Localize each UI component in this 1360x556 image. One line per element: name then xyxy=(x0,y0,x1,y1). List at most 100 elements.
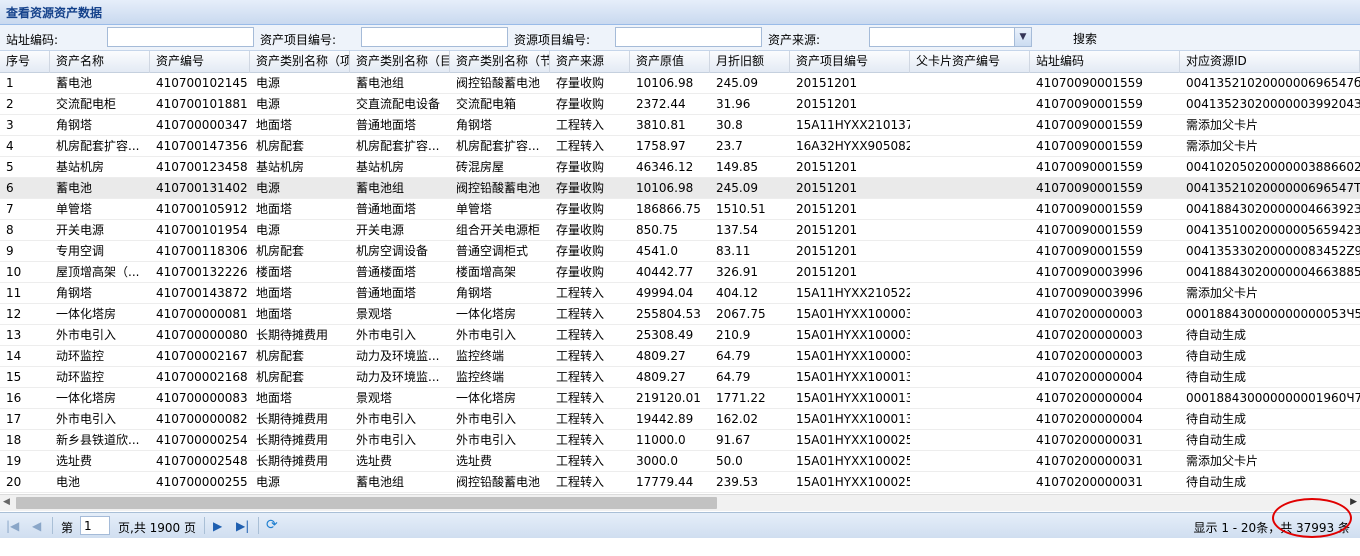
table-row[interactable]: 12 一体化塔房 410700000081 地面塔 景观塔 一体化塔房 工程转入 255804… xyxy=(0,304,1360,325)
paging-toolbar: |◀ ◀ 第 页,共 1900 页 ▶ ▶| ⟳ 显示 1 - 20条，共 37… xyxy=(0,512,1360,538)
cell-category-section: 阀控铅酸蓄电池 xyxy=(456,181,541,195)
asset-project-input[interactable] xyxy=(361,27,508,47)
first-page-icon[interactable]: |◀ xyxy=(6,519,19,533)
asset-source-select[interactable]: ▼ xyxy=(869,27,1032,47)
cell-parent-card-code xyxy=(910,241,1030,262)
search-button[interactable]: 搜索 xyxy=(1073,30,1097,47)
cell-category-class: 开关电源 xyxy=(356,223,405,237)
table-row[interactable]: 3 角钢塔 410700000347 地面塔 普通地面塔 角钢塔 工程转入 3810.81 30… xyxy=(0,115,1360,136)
cell-site-code: 41070200000004 xyxy=(1036,391,1143,405)
cell-parent-card-code xyxy=(910,73,1030,94)
horizontal-scrollbar[interactable]: ◀ ▶ xyxy=(0,494,1360,511)
cell-category-class: 外市电引入 xyxy=(356,328,417,342)
table-row[interactable]: 14 动环监控 410700002167 机房配套 动力及环境监... 监控终端 工程转入 4… xyxy=(0,346,1360,367)
header-col-original-value[interactable]: 资产原值 xyxy=(630,51,710,73)
cell-monthly-depreciation: 404.12 xyxy=(716,286,758,300)
cell-asset-source: 工程转入 xyxy=(556,286,605,300)
table-row[interactable]: 17 外市电引入 410700000082 长期待摊费用 外市电引入 外市电引入 工程转入 1… xyxy=(0,409,1360,430)
cell-asset-source: 工程转入 xyxy=(556,391,605,405)
cell-asset-code: 410700143872 xyxy=(156,286,248,300)
cell-category-item: 地面塔 xyxy=(256,202,293,216)
cell-parent-card-code xyxy=(910,304,1030,325)
table-row[interactable]: 9 专用空调 410700118306 机房配套 机房空调设备 普通空调柜式 存量收购 454… xyxy=(0,241,1360,262)
cell-resource-id: 00418843020000004663885Z xyxy=(1186,265,1360,279)
scrollbar-thumb[interactable] xyxy=(16,497,717,509)
header-col-resource-id[interactable]: 对应资源ID xyxy=(1180,51,1360,73)
cell-asset-code: 410700000255 xyxy=(156,475,248,489)
cell-site-code: 41070090001559 xyxy=(1036,97,1143,111)
table-row[interactable]: 20 电池 410700000255 电源 蓄电池组 阀控铅酸蓄电池 工程转入 17779.4… xyxy=(0,472,1360,493)
cell-category-class: 动力及环境监... xyxy=(356,349,440,363)
cell-monthly-depreciation: 1771.22 xyxy=(716,391,766,405)
refresh-icon[interactable]: ⟳ xyxy=(266,517,278,533)
resource-project-input[interactable] xyxy=(615,27,762,47)
cell-parent-card-code xyxy=(910,325,1030,346)
header-col-parent-card-code[interactable]: 父卡片资产编号 xyxy=(910,51,1030,73)
page-number-input[interactable] xyxy=(80,516,110,535)
cell-category-item: 电源 xyxy=(256,97,281,111)
search-toolbar: 站址编码: 资产项目编号: 资源项目编号: 资产来源: ▼ 搜索 xyxy=(0,25,1360,51)
header-col-site-code[interactable]: 站址编码 xyxy=(1030,51,1180,73)
header-col-category-class[interactable]: 资产类别名称（目 xyxy=(350,51,450,73)
last-page-icon[interactable]: ▶| xyxy=(236,519,249,533)
table-row[interactable]: 4 机房配套扩容... 410700147356 机房配套 机房配套扩容... 机房配套扩… xyxy=(0,136,1360,157)
table-row[interactable]: 1 蓄电池 410700102145 电源 蓄电池组 阀控铅酸蓄电池 存量收购 10106.9… xyxy=(0,73,1360,94)
cell-resource-id: 0041352102000000696547б xyxy=(1186,76,1360,90)
panel-title: 查看资源资产数据 xyxy=(6,6,103,20)
table-row[interactable]: 18 新乡县铁道欣... 410700000254 长期待摊费用 外市电引入 外市电引入 工… xyxy=(0,430,1360,451)
cell-asset-source: 工程转入 xyxy=(556,307,605,321)
header-col-category-section[interactable]: 资产类别名称（节 xyxy=(450,51,550,73)
cell-site-code: 41070090003996 xyxy=(1036,286,1143,300)
cell-category-class: 选址费 xyxy=(356,454,393,468)
asset-project-label: 资产项目编号: xyxy=(260,33,337,47)
site-code-input[interactable] xyxy=(107,27,254,47)
cell-asset-code: 410700000254 xyxy=(156,433,248,447)
prev-page-icon[interactable]: ◀ xyxy=(32,519,41,533)
header-col-index[interactable]: 序号 xyxy=(0,51,50,73)
table-row[interactable]: 13 外市电引入 410700000080 长期待摊费用 外市电引入 外市电引入 工程转入 2… xyxy=(0,325,1360,346)
scroll-right-icon[interactable]: ▶ xyxy=(1350,497,1357,507)
header-col-monthly-depreciation[interactable]: 月折旧额 xyxy=(710,51,790,73)
cell-asset-source: 工程转入 xyxy=(556,118,605,132)
cell-monthly-depreciation: 64.79 xyxy=(716,349,751,363)
cell-parent-card-code xyxy=(910,409,1030,430)
cell-category-class: 蓄电池组 xyxy=(356,181,405,195)
cell-asset-code: 410700132226 xyxy=(156,265,248,279)
cell-monthly-depreciation: 245.09 xyxy=(716,181,758,195)
table-row[interactable]: 6 蓄电池 410700131402 电源 蓄电池组 阀控铅酸蓄电池 存量收购 10106.9… xyxy=(0,178,1360,199)
table-row[interactable]: 11 角钢塔 410700143872 地面塔 普通地面塔 角钢塔 工程转入 49994.04… xyxy=(0,283,1360,304)
chevron-down-icon[interactable]: ▼ xyxy=(1014,28,1031,46)
cell-index: 12 xyxy=(6,307,22,321)
header-col-asset-source[interactable]: 资产来源 xyxy=(550,51,630,73)
table-row[interactable]: 15 动环监控 410700002168 机房配套 动力及环境监... 监控终端 工程转入 4… xyxy=(0,367,1360,388)
cell-category-section: 单管塔 xyxy=(456,202,493,216)
cell-index: 5 xyxy=(6,160,14,174)
header-col-asset-project-code[interactable]: 资产项目编号 xyxy=(790,51,910,73)
cell-resource-id: 待自动生成 xyxy=(1186,370,1247,384)
cell-monthly-depreciation: 31.96 xyxy=(716,97,751,111)
header-col-category-item[interactable]: 资产类别名称（项 xyxy=(250,51,350,73)
cell-category-section: 角钢塔 xyxy=(456,118,493,132)
table-row[interactable]: 2 交流配电柜 410700101881 电源 交直流配电设备 交流配电箱 存量收购 2372… xyxy=(0,94,1360,115)
table-row[interactable]: 8 开关电源 410700101954 电源 开关电源 组合开关电源柜 存量收购 850.75… xyxy=(0,220,1360,241)
cell-site-code: 41070200000003 xyxy=(1036,307,1143,321)
table-row[interactable]: 19 选址费 410700002548 长期待摊费用 选址费 选址费 工程转入 3000.0 5… xyxy=(0,451,1360,472)
cell-monthly-depreciation: 239.53 xyxy=(716,475,758,489)
cell-resource-id: 004135330200000083452Z9 xyxy=(1186,244,1360,258)
table-row[interactable]: 10 屋顶增高架（... 410700132226 楼面塔 普通楼面塔 楼面增高架 存量收购… xyxy=(0,262,1360,283)
cell-resource-id: 待自动生成 xyxy=(1186,349,1247,363)
cell-category-item: 地面塔 xyxy=(256,391,293,405)
table-row[interactable]: 7 单管塔 410700105912 地面塔 普通地面塔 单管塔 存量收购 186866.75… xyxy=(0,199,1360,220)
cell-index: 7 xyxy=(6,202,14,216)
header-col-asset-code[interactable]: 资产编号 xyxy=(150,51,250,73)
cell-asset-name: 新乡县铁道欣... xyxy=(56,433,140,447)
cell-asset-name: 基站机房 xyxy=(56,160,105,174)
header-col-asset-name[interactable]: 资产名称 xyxy=(50,51,150,73)
cell-asset-source: 存量收购 xyxy=(556,160,605,174)
table-row[interactable]: 16 一体化塔房 410700000083 地面塔 景观塔 一体化塔房 工程转入 219120… xyxy=(0,388,1360,409)
next-page-icon[interactable]: ▶ xyxy=(213,519,222,533)
cell-asset-project-code: 15A11HYXX210522 xyxy=(796,286,910,300)
table-row[interactable]: 5 基站机房 410700123458 基站机房 基站机房 砖混房屋 存量收购 46346.1… xyxy=(0,157,1360,178)
scroll-left-icon[interactable]: ◀ xyxy=(3,497,10,507)
cell-category-class: 动力及环境监... xyxy=(356,370,440,384)
